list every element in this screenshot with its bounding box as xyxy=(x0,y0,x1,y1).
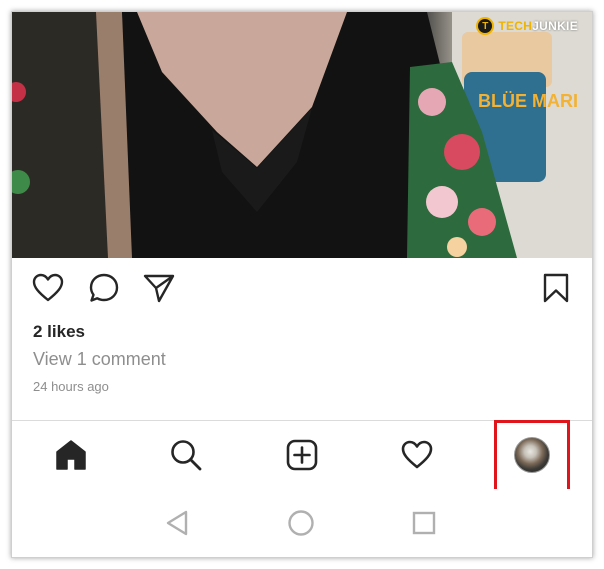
techjunkie-watermark: T TECHJUNKIE xyxy=(476,16,578,36)
plus-square-icon xyxy=(286,439,318,471)
comment-button[interactable] xyxy=(86,270,122,306)
back-triangle-icon xyxy=(166,510,188,536)
watermark-text: TECHJUNKIE xyxy=(498,19,578,33)
post-photo[interactable]: BLÜE MARI T TECHJUNKIE xyxy=(12,12,592,258)
nav-home[interactable] xyxy=(51,435,91,475)
save-button[interactable] xyxy=(538,270,574,306)
watermark-badge: T xyxy=(476,17,495,35)
system-back-button[interactable] xyxy=(157,503,197,543)
recents-square-icon xyxy=(412,511,436,535)
app-screen: BLÜE MARI T TECHJUNKIE 2 likes View 1 co… xyxy=(11,11,593,558)
like-button[interactable] xyxy=(30,270,66,306)
share-button[interactable] xyxy=(141,270,177,306)
nav-search[interactable] xyxy=(166,435,206,475)
heart-icon xyxy=(401,440,433,469)
home-icon xyxy=(56,440,86,470)
view-comments-link[interactable]: View 1 comment xyxy=(33,349,166,370)
search-icon xyxy=(171,440,202,471)
bookmark-icon xyxy=(543,273,569,303)
heart-icon xyxy=(32,273,64,302)
profile-highlight-box xyxy=(494,420,570,492)
nav-new-post[interactable] xyxy=(282,435,322,475)
watermark-text-part1: TECH xyxy=(498,19,533,33)
home-circle-icon xyxy=(288,510,314,536)
post-actions xyxy=(12,270,592,310)
watermark-text-part2: JUNKIE xyxy=(532,19,578,33)
system-recents-button[interactable] xyxy=(404,503,444,543)
nav-activity[interactable] xyxy=(397,435,437,475)
paper-plane-icon xyxy=(143,274,175,303)
likes-count[interactable]: 2 likes xyxy=(33,322,85,342)
system-home-button[interactable] xyxy=(281,503,321,543)
post-timestamp: 24 hours ago xyxy=(33,379,109,394)
comment-icon xyxy=(89,273,119,302)
photo-sign-text: BLÜE MARI xyxy=(478,91,578,111)
post-photo-art: BLÜE MARI xyxy=(12,12,592,258)
system-nav-bar xyxy=(12,489,592,557)
